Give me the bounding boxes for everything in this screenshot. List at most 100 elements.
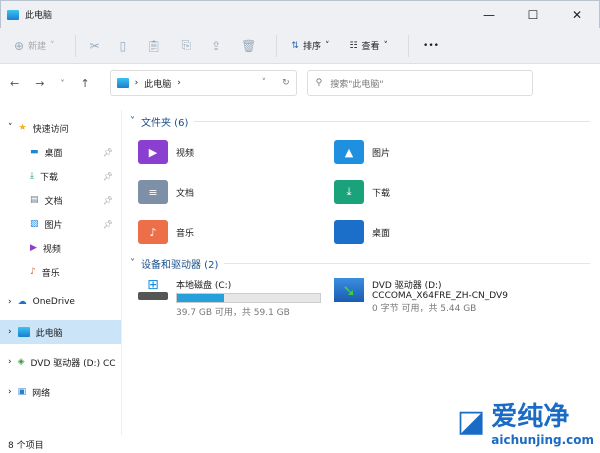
network-icon: ▣ bbox=[17, 387, 27, 397]
drive-space: 0 字节 可用，共 5.44 GB bbox=[372, 304, 477, 314]
address-bar[interactable]: › 此电脑 › ˅ ↻ bbox=[109, 70, 297, 96]
dvd-drive-icon: ➘ bbox=[334, 278, 364, 302]
label: 图片 bbox=[372, 148, 391, 159]
search-icon: ⚲ bbox=[315, 78, 323, 88]
refresh-button[interactable]: ↻ bbox=[282, 78, 290, 88]
drive-name: 本地磁盘 (C:) bbox=[176, 281, 232, 291]
plus-circle-icon: ⊕ bbox=[14, 38, 25, 53]
chevron-right-icon: › bbox=[8, 327, 12, 337]
title-bar: 此电脑 — ☐ ✕ bbox=[0, 0, 600, 28]
new-label: 新建 bbox=[28, 42, 47, 52]
drive-label: CCCOMA_X64FRE_ZH-CN_DV9 bbox=[372, 291, 508, 301]
picture-folder-icon: ▲ bbox=[334, 140, 364, 164]
folders-group-header[interactable]: ˅ 文件夹 (6) bbox=[124, 110, 600, 132]
trash-icon: 🗑︎ bbox=[241, 38, 257, 53]
drive-name: DVD 驱动器 (D:) bbox=[372, 281, 442, 291]
label: 下载 bbox=[372, 188, 391, 199]
pin-icon: 📌︎ bbox=[102, 219, 113, 229]
breadcrumb-this-pc[interactable]: 此电脑 bbox=[144, 77, 171, 90]
address-dropdown[interactable]: ˅ bbox=[262, 78, 267, 88]
folder-desktop[interactable]: 桌面 bbox=[334, 212, 530, 252]
share-icon: ⇪ bbox=[211, 38, 222, 53]
watermark: ◪ 爱纯净 aichunjing.com bbox=[457, 396, 594, 447]
up-button[interactable]: ↑ bbox=[80, 77, 89, 90]
label: DVD 驱动器 (D:) CC bbox=[30, 358, 116, 369]
chevron-down-icon: ˅ bbox=[8, 123, 13, 133]
label: 下载 bbox=[39, 172, 58, 183]
watermark-url: aichunjing.com bbox=[491, 433, 594, 447]
sidebar-this-pc[interactable]: › 此电脑 bbox=[0, 320, 121, 344]
chevron-icon: › bbox=[177, 78, 181, 88]
maximize-button[interactable]: ☐ bbox=[511, 8, 555, 22]
rename-button[interactable]: ⎘ bbox=[181, 38, 191, 53]
drives-group-header[interactable]: ˅ 设备和驱动器 (2) bbox=[124, 252, 600, 274]
pin-icon: 📌︎ bbox=[102, 147, 113, 157]
new-button[interactable]: ⊕ 新建 ˅ bbox=[14, 39, 55, 53]
view-button[interactable]: ☷ 查看 ˅ bbox=[349, 39, 388, 53]
drive-d[interactable]: ➘ DVD 驱动器 (D:) CCCOMA_X64FRE_ZH-CN_DV9 0… bbox=[320, 274, 508, 324]
chevron-icon: › bbox=[134, 78, 139, 88]
video-folder-icon: ▶ bbox=[138, 140, 168, 164]
drive-c[interactable]: ⊞ 本地磁盘 (C:) 39.7 GB 可用，共 59.1 GB bbox=[124, 274, 321, 324]
label: 网络 bbox=[32, 388, 51, 399]
sidebar-item-documents[interactable]: ▤ 文档 📌︎ bbox=[0, 188, 121, 212]
drive-space: 39.7 GB 可用，共 59.1 GB bbox=[176, 308, 290, 318]
sidebar-item-videos[interactable]: ▶ 视频 bbox=[0, 236, 121, 260]
share-button[interactable]: ⇪ bbox=[211, 39, 221, 53]
download-icon: ⤓ bbox=[30, 171, 34, 181]
forward-button[interactable]: → bbox=[35, 77, 44, 90]
more-button[interactable]: ••• bbox=[423, 41, 439, 51]
dvd-icon: ◈ bbox=[17, 357, 25, 367]
folder-downloads[interactable]: ⤓ 下载 bbox=[334, 172, 530, 212]
sidebar-quick-access[interactable]: ˅ ★ 快速访问 bbox=[0, 116, 121, 140]
chevron-right-icon: › bbox=[8, 357, 12, 367]
folder-music[interactable]: ♪ 音乐 bbox=[138, 212, 334, 252]
cut-button[interactable]: ✂ bbox=[90, 39, 100, 53]
sidebar-item-desktop[interactable]: ▬ 桌面 📌︎ bbox=[0, 140, 121, 164]
label: 音乐 bbox=[41, 268, 60, 279]
sidebar-item-music[interactable]: ♪ 音乐 bbox=[0, 260, 121, 284]
navigation-pane: ˅ ★ 快速访问 ▬ 桌面 📌︎ ⤓ 下载 📌︎ ▤ 文档 📌︎ ▨ 图片 📌︎ ▶ 视频 ♪ 音乐 ›… bbox=[0, 110, 122, 435]
folder-videos[interactable]: ▶ 视频 bbox=[138, 132, 334, 172]
view-label: 查看 bbox=[361, 42, 380, 52]
back-button[interactable]: ← bbox=[10, 77, 19, 90]
sort-button[interactable]: ⇅ 排序 ˅ bbox=[291, 39, 329, 53]
minimize-button[interactable]: — bbox=[467, 8, 511, 22]
folder-documents[interactable]: ≡ 文档 bbox=[138, 172, 334, 212]
music-folder-icon: ♪ bbox=[138, 220, 168, 244]
view-icon: ☷ bbox=[349, 40, 358, 51]
sidebar-onedrive[interactable]: › ☁ OneDrive bbox=[0, 290, 121, 314]
rename-icon: ⎘ bbox=[181, 38, 192, 52]
folder-pictures[interactable]: ▲ 图片 bbox=[334, 132, 530, 172]
divider bbox=[408, 34, 410, 57]
watermark-logo: ◪ bbox=[456, 404, 486, 439]
music-icon: ♪ bbox=[30, 267, 36, 277]
recent-dropdown[interactable]: ˅ bbox=[60, 79, 64, 88]
close-button[interactable]: ✕ bbox=[555, 8, 599, 22]
chevron-right-icon: › bbox=[8, 297, 12, 307]
label: 音乐 bbox=[176, 228, 195, 239]
delete-button[interactable]: 🗑︎ bbox=[241, 39, 256, 53]
scissors-icon: ✂ bbox=[89, 38, 100, 53]
sidebar-item-pictures[interactable]: ▨ 图片 📌︎ bbox=[0, 212, 121, 236]
paste-icon: 📋︎ bbox=[146, 38, 162, 53]
search-input[interactable]: ⚲ 搜索"此电脑" bbox=[306, 70, 533, 96]
document-icon: ▤ bbox=[30, 195, 39, 205]
copy-button[interactable]: ▯ bbox=[120, 39, 127, 53]
command-bar: ⊕ 新建 ˅ ✂ ▯ 📋︎ ⎘ ⇪ 🗑︎ ⇅ 排序 ˅ ☷ 查看 ˅ ••• bbox=[0, 28, 600, 64]
sidebar-dvd-drive[interactable]: › ◈ DVD 驱动器 (D:) CC bbox=[0, 350, 121, 374]
label: 文档 bbox=[176, 188, 195, 199]
computer-icon bbox=[7, 9, 19, 20]
sidebar-item-downloads[interactable]: ⤓ 下载 📌︎ bbox=[0, 164, 121, 188]
item-count: 8 个项目 bbox=[8, 440, 44, 451]
sidebar-network[interactable]: › ▣ 网络 bbox=[0, 380, 121, 404]
video-icon: ▶ bbox=[30, 243, 37, 253]
paste-button[interactable]: 📋︎ bbox=[146, 39, 161, 53]
group-title: 设备和驱动器 (2) bbox=[141, 259, 219, 271]
label: OneDrive bbox=[32, 297, 75, 307]
label: 桌面 bbox=[44, 148, 63, 159]
chevron-down-icon: ˅ bbox=[130, 115, 135, 127]
star-icon: ★ bbox=[18, 123, 27, 133]
pin-icon: 📌︎ bbox=[102, 195, 113, 205]
computer-icon bbox=[17, 327, 30, 337]
